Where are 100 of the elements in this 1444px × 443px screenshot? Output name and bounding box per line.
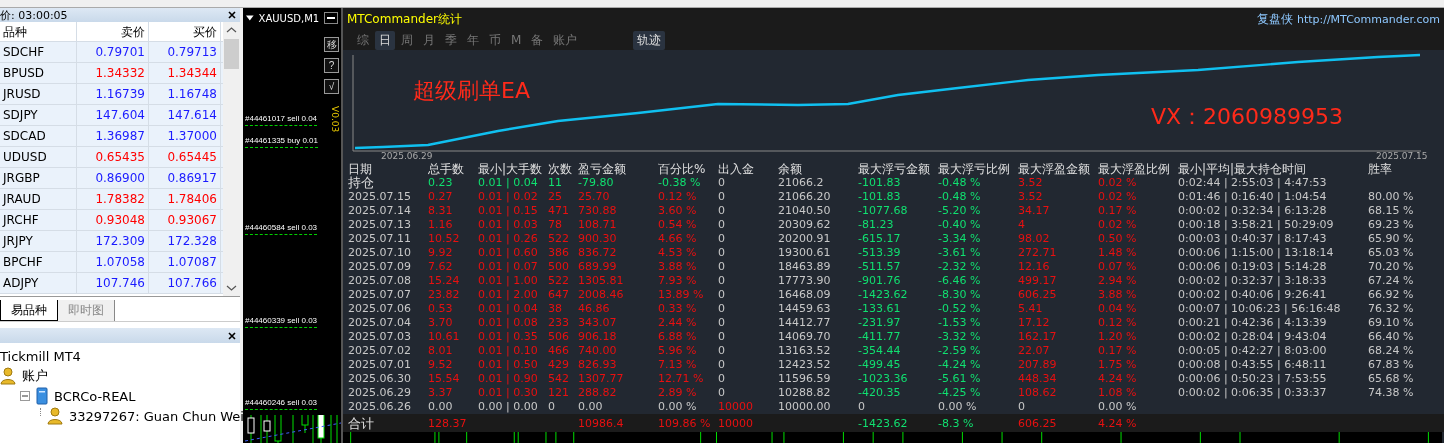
close-button[interactable] xyxy=(228,331,236,340)
table-cell: 17773.90 xyxy=(778,274,831,288)
table-cell: -1.53 % xyxy=(938,316,981,330)
order-line[interactable]: #44460246 sell 0.03 xyxy=(245,398,318,410)
table-cell: 121 xyxy=(548,386,569,400)
row-label: 2025.07.01 xyxy=(348,358,411,372)
period-tab[interactable]: 币 xyxy=(485,30,505,50)
table-cell: 7.62 xyxy=(428,260,453,274)
table-cell: 0:00:02 | 0:28:04 | 9:43:04 xyxy=(1178,330,1327,344)
close-button[interactable] xyxy=(228,11,236,19)
table-cell: 46.86 xyxy=(578,302,610,316)
table-cell: 0.00 xyxy=(428,400,453,414)
table-cell: 34.17 xyxy=(1018,204,1050,218)
table-cell: 429 xyxy=(548,358,569,372)
chart-tool-button[interactable]: √ xyxy=(324,79,339,94)
table-cell: 1.48 % xyxy=(1098,246,1137,260)
table-cell: 2.94 % xyxy=(1098,274,1137,288)
table-cell: 826.93 xyxy=(578,358,617,372)
row-label: 2025.06.26 xyxy=(348,400,411,414)
order-line[interactable]: #44460339 sell 0.03 xyxy=(245,316,318,328)
table-cell: -8.3 % xyxy=(938,417,974,431)
table-cell: -615.17 xyxy=(858,232,901,246)
chart-tool-button[interactable]: 移 xyxy=(324,37,339,52)
period-tab[interactable]: 备 xyxy=(527,30,548,50)
table-cell: 23.82 xyxy=(428,288,460,302)
symbol-cell[interactable]: SDCHF xyxy=(0,42,77,62)
chart-symbol-title: XAUUSD,M1 xyxy=(258,12,320,24)
period-tab[interactable]: M xyxy=(507,32,526,48)
minimize-button[interactable] xyxy=(324,12,338,24)
tree-item[interactable]: Tickmill MT4 xyxy=(0,348,81,364)
bid-price: 1.36987 xyxy=(77,126,149,146)
symbol-cell[interactable]: JRJPY xyxy=(0,231,77,251)
table-cell: 3.37 xyxy=(428,386,453,400)
table-cell: -354.44 xyxy=(858,344,901,358)
table-cell: 10000 xyxy=(718,417,753,431)
table-cell: 20309.62 xyxy=(778,218,831,232)
symbol-cell[interactable]: UDUSD xyxy=(0,147,77,167)
table-cell: 0 xyxy=(718,246,725,260)
collapse-icon[interactable] xyxy=(20,391,30,401)
table-cell: 12423.52 xyxy=(778,358,831,372)
table-cell: 80.00 % xyxy=(1368,190,1414,204)
ask-price: 0.86917 xyxy=(149,168,221,188)
table-cell: 0.01 | 0.04 xyxy=(478,302,538,316)
table-cell: 15.54 xyxy=(428,372,460,386)
period-tab[interactable]: 月 xyxy=(419,30,439,50)
symbol-cell[interactable]: JRAUD xyxy=(0,189,77,209)
table-cell: 0:00:21 | 0:42:36 | 4:13:39 xyxy=(1178,316,1327,330)
symbol-cell[interactable]: ADJPY xyxy=(0,273,77,293)
tree-item[interactable]: 账户 xyxy=(22,367,48,385)
symbol-cell[interactable]: JRCHF xyxy=(0,210,77,230)
table-cell: 606.25 xyxy=(1018,288,1057,302)
dropdown-icon[interactable] xyxy=(246,15,254,21)
period-tab[interactable]: 周 xyxy=(397,30,417,50)
period-tab[interactable]: 综 xyxy=(353,30,373,50)
order-line[interactable]: #44461017 sell 0.04 xyxy=(245,114,318,126)
table-cell: -411.77 xyxy=(858,330,901,344)
table-cell: 233 xyxy=(548,316,569,330)
symbol-cell[interactable]: JRGBP xyxy=(0,168,77,188)
table-cell: 0 xyxy=(718,204,725,218)
tree-item[interactable]: 33297267: Guan Chun Wei xyxy=(69,408,244,424)
order-line[interactable]: #44460584 sell 0.03 xyxy=(245,223,318,235)
bid-price: 0.93048 xyxy=(77,210,149,230)
symbol-cell[interactable]: SDCAD xyxy=(0,126,77,146)
period-tab[interactable]: 季 xyxy=(441,30,461,50)
order-line[interactable]: #44461335 buy 0.01 xyxy=(245,136,318,148)
column-header: 最大浮盈金额 xyxy=(1018,162,1091,177)
table-cell: 0.04 % xyxy=(1098,302,1137,316)
table-cell: -0.48 % xyxy=(938,176,981,190)
table-cell: 65.68 % xyxy=(1368,372,1414,386)
table-cell: 8.31 xyxy=(428,204,453,218)
table-cell: 1.16 xyxy=(428,218,453,232)
table-cell: -0.38 % xyxy=(658,176,701,190)
table-cell: 499.17 xyxy=(1018,274,1057,288)
track-toggle[interactable]: 轨迹 xyxy=(633,30,666,50)
ask-price: 0.93067 xyxy=(149,210,221,230)
tab[interactable]: 易品种 xyxy=(0,300,58,321)
table-cell: 0.01 | 0.02 xyxy=(478,190,538,204)
table-cell: 20200.91 xyxy=(778,232,831,246)
table-cell: 522 xyxy=(548,232,569,246)
period-tab[interactable]: 年 xyxy=(463,30,483,50)
table-cell: 0:00:06 | 1:15:00 | 13:18:14 xyxy=(1178,246,1334,260)
symbol-cell[interactable]: BPCHF xyxy=(0,252,77,272)
symbol-cell[interactable]: SDJPY xyxy=(0,105,77,125)
symbol-cell[interactable]: JRUSD xyxy=(0,84,77,104)
tree-item[interactable]: BCRCo-REAL xyxy=(54,388,136,404)
table-cell: 76.32 % xyxy=(1368,302,1414,316)
scrollbar-thumb[interactable] xyxy=(224,39,239,69)
period-tab[interactable]: 日 xyxy=(375,30,395,50)
table-cell: -4.24 % xyxy=(938,358,981,372)
bid-price: 0.65435 xyxy=(77,147,149,167)
table-cell: 10000.00 xyxy=(778,400,831,414)
table-cell: 4.24 % xyxy=(1098,372,1137,386)
table-cell: -133.61 xyxy=(858,302,901,316)
period-tab[interactable]: 账户 xyxy=(549,30,582,50)
scrollbar[interactable] xyxy=(223,22,240,296)
symbol-cell[interactable]: BPUSD xyxy=(0,63,77,83)
table-cell: -1077.68 xyxy=(858,204,908,218)
overlay-contact-text: VX：2060989953 xyxy=(1151,103,1344,131)
chart-tool-button[interactable]: ? xyxy=(324,58,339,73)
website-link[interactable]: http://MTCommander.com xyxy=(1296,12,1440,26)
